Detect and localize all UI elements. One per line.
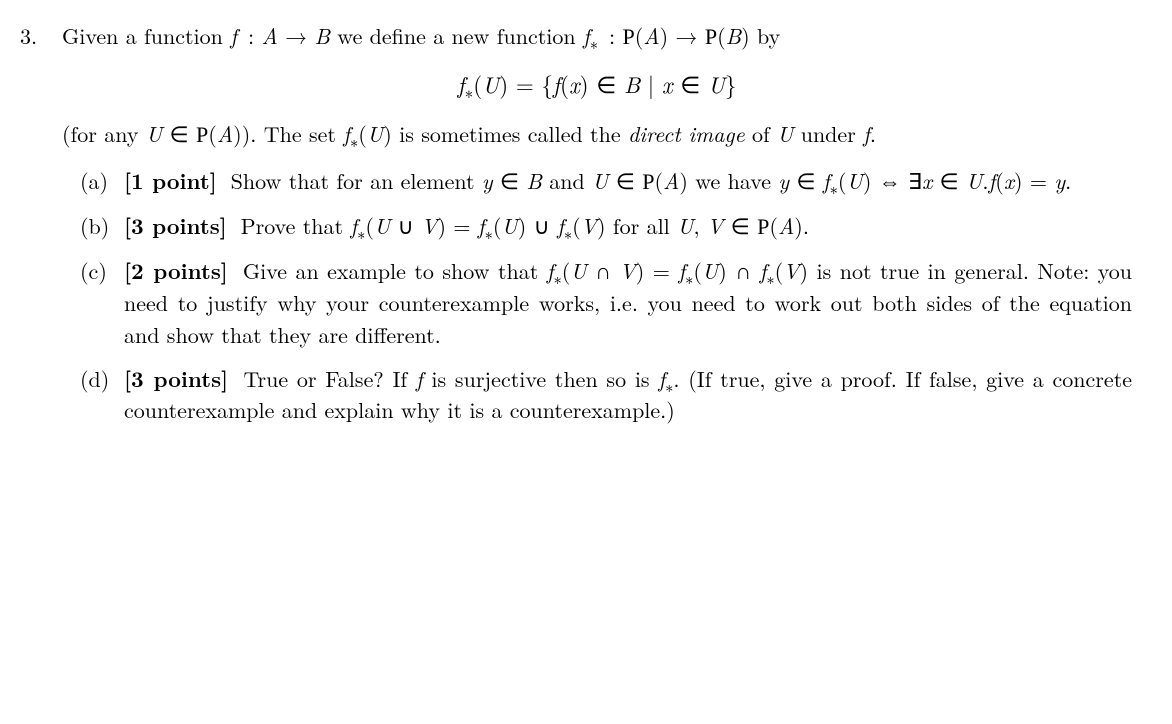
part-text: [2 points] Give an example to show that … bbox=[124, 255, 1132, 351]
part-label: (c) bbox=[80, 255, 124, 351]
part-content: Give an example to show that f∗(U ∩ V) =… bbox=[124, 255, 1132, 350]
part-label: (d) bbox=[80, 363, 124, 427]
part-label: (a) bbox=[80, 165, 124, 198]
points-badge: [1 point] bbox=[124, 165, 217, 196]
part-label: (b) bbox=[80, 210, 124, 243]
part-content: True or False? If f is surjective then s… bbox=[124, 363, 1132, 426]
problem-body: Given a function f : A → B we define a n… bbox=[62, 20, 1132, 438]
part-d: (d) [3 points] True or False? If f is su… bbox=[80, 363, 1132, 427]
points-badge: [3 points] bbox=[124, 363, 228, 394]
points-badge: [2 points] bbox=[124, 255, 228, 286]
part-text: [3 points] True or False? If f is surjec… bbox=[124, 363, 1132, 427]
part-b: (b) [3 points] Prove that f∗(U ∪ V) = f∗… bbox=[80, 210, 1132, 243]
problem-intro: Given a function f : A → B we define a n… bbox=[62, 20, 1132, 53]
problem-after: (for any U ∈ P(A)). The set f∗(U) is som… bbox=[62, 118, 1132, 151]
part-c: (c) [2 points] Give an example to show t… bbox=[80, 255, 1132, 351]
points-badge: [3 points] bbox=[124, 210, 227, 241]
part-text: [1 point] Show that for an element y ∈ B… bbox=[124, 165, 1132, 198]
subparts-list: (a) [1 point] Show that for an element y… bbox=[80, 165, 1132, 426]
problem-number: 3. bbox=[20, 20, 62, 438]
problem-3: 3. Given a function f : A → B we define … bbox=[20, 20, 1132, 438]
part-text: [3 points] Prove that f∗(U ∪ V) = f∗(U) … bbox=[124, 210, 1132, 243]
part-content: Show that for an element y ∈ B and U ∈ P… bbox=[231, 165, 1072, 196]
part-content: Prove that f∗(U ∪ V) = f∗(U) ∪ f∗(V) for… bbox=[241, 210, 809, 241]
display-equation: f∗(U) = {f(x) ∈ B | x ∈ U} bbox=[62, 67, 1132, 100]
part-a: (a) [1 point] Show that for an element y… bbox=[80, 165, 1132, 198]
